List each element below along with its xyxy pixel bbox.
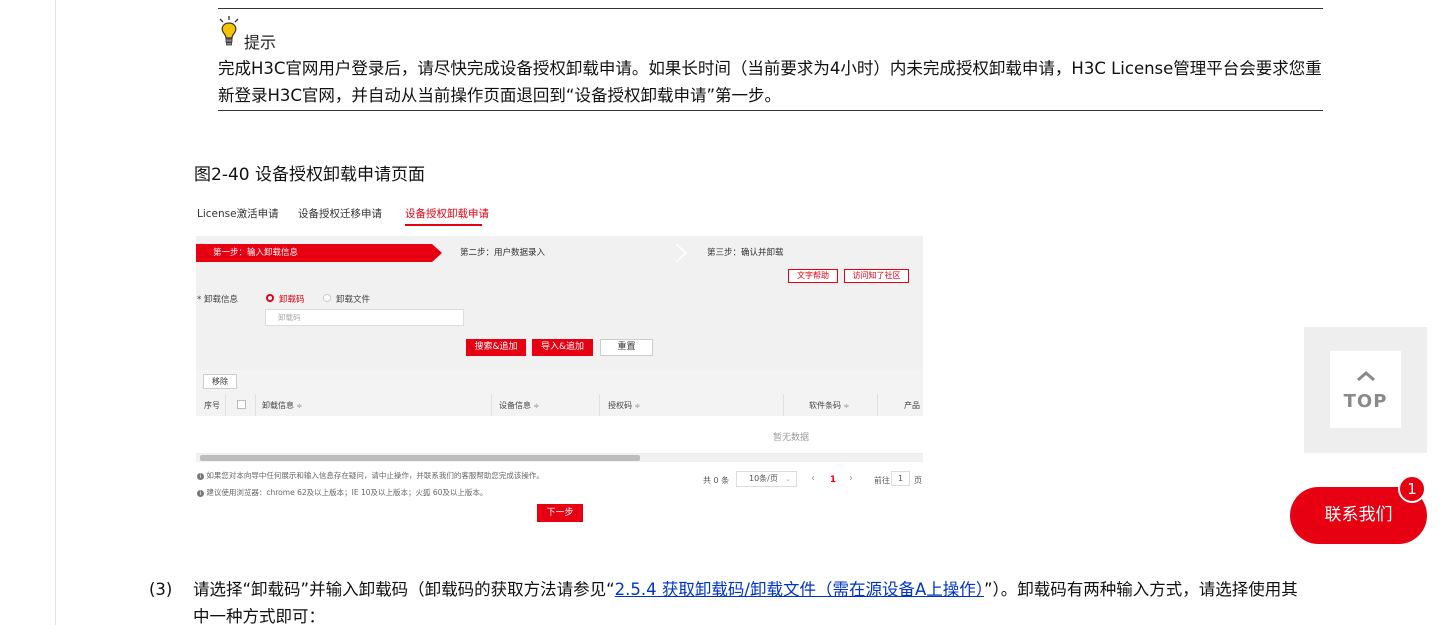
sort-icon[interactable]: ≑ [297,402,303,410]
sort-icon[interactable]: ≑ [635,402,641,410]
current-page[interactable]: 1 [830,475,836,485]
form-label-uninstall-info: * 卸载信息 [197,295,238,305]
column-separator [225,394,226,416]
next-page-button[interactable]: › [849,473,853,484]
figure-caption: 图2-40 设备授权卸载申请页面 [194,165,425,185]
column-separator [783,394,784,416]
step-paragraph: 请选择“卸载码”并输入卸载码（卸载码的获取方法请参见“2.5.4 获取卸载码/卸… [193,576,1313,625]
col-uninstall-info[interactable]: 卸载信息 ≑ [262,400,302,411]
page-size-select[interactable]: 10条/页 ⌄ [736,471,797,487]
step-text-before: 请选择“卸载码”并输入卸载码（卸载码的获取方法请参见“ [193,580,615,599]
tab-auth-migration[interactable]: 设备授权迁移申请 [298,206,382,221]
content-left-border [55,0,56,625]
info-icon: i [197,473,204,480]
notification-badge: 1 [1398,475,1426,503]
top-label: TOP [1343,391,1388,412]
chevron-up-icon [1357,371,1375,382]
back-to-top-button[interactable]: TOP [1330,351,1401,428]
step-2: 第二步：用户数据录入 [460,248,546,258]
tab-auth-uninstall[interactable]: 设备授权卸载申请 [405,206,489,221]
step-3: 第三步：确认并卸载 [707,248,784,258]
uninstall-code-input[interactable]: 卸载码 [265,309,464,326]
col-device-info-label: 设备信息 [499,401,531,410]
radio-label-code: 卸载码 [279,295,305,305]
column-separator [255,394,256,416]
sort-icon[interactable]: ≑ [534,402,540,410]
table-body [196,416,923,454]
remove-button[interactable]: 移除 [203,374,237,389]
figure-screenshot: License激活申请 设备授权迁移申请 设备授权卸载申请 第一步：输入卸载信息… [194,199,928,526]
column-separator [877,394,878,416]
step-divider-icon [675,244,687,262]
sort-icon[interactable]: ≑ [844,402,850,410]
prev-page-button[interactable]: ‹ [811,473,815,484]
page-unit: 页 [914,476,922,485]
column-separator [599,394,600,416]
horizontal-scrollbar[interactable] [196,454,923,462]
import-add-button[interactable]: 导入&追加 [532,339,593,356]
col-index: 序号 [204,401,220,410]
step-number: (3) [149,580,173,599]
active-tab-underline [405,224,482,226]
radio-uninstall-code[interactable] [266,294,274,302]
col-software-barcode-label: 软件条码 [809,401,841,410]
column-separator [491,394,492,416]
note-2-text: 建议使用浏览器：chrome 62及以上版本；IE 10及以上版本；火狐 60及… [206,488,488,497]
page-size-value: 10条/页 [749,474,778,483]
empty-text: 暂无数据 [773,433,810,443]
section-link[interactable]: 2.5.4 获取卸载码/卸载文件（需在源设备A上操作） [615,580,984,599]
next-step-button[interactable]: 下一步 [537,504,583,522]
col-device-info[interactable]: 设备信息 ≑ [499,400,539,411]
col-auth-code-label: 授权码 [608,401,632,410]
chevron-down-icon: ⌄ [785,475,791,483]
step-1: 第一步：输入卸载信息 [196,244,442,262]
goto-label: 前往 [874,476,890,485]
step-bar: 第一步：输入卸载信息 第二步：用户数据录入 第三步：确认并卸载 [196,244,923,262]
scrollbar-thumb[interactable] [200,455,640,461]
radio-uninstall-file[interactable] [323,294,331,302]
tab-license-activation[interactable]: License激活申请 [197,206,279,221]
reset-button[interactable]: 重置 [600,339,653,356]
tip-title: 提示 [244,33,277,52]
text-help-button[interactable]: 文字帮助 [788,269,838,283]
note-2: i 建议使用浏览器：chrome 62及以上版本；IE 10及以上版本；火狐 6… [197,487,657,498]
info-icon: i [197,490,204,497]
goto-page-input[interactable]: 1 [891,471,910,486]
select-all-checkbox[interactable] [237,400,246,409]
col-software-barcode[interactable]: 软件条码 ≑ [809,400,849,411]
col-auth-code[interactable]: 授权码 ≑ [608,400,640,411]
back-to-top-panel: TOP [1304,327,1427,453]
tip-box: 提示 完成H3C官网用户登录后，请尽快完成设备授权卸载申请。如果长时间（当前要求… [218,8,1323,111]
radio-label-file: 卸载文件 [336,295,371,305]
community-button[interactable]: 访问知了社区 [844,269,909,283]
search-add-button[interactable]: 搜索&追加 [466,339,526,356]
note-1: i 如果您对本向导中任何展示和输入信息存在疑问，请中止操作，并联系我们的客服帮助… [197,470,657,481]
total-count: 共 0 条 [703,476,730,485]
col-product: 产品 [904,401,920,410]
tip-text: 完成H3C官网用户登录后，请尽快完成设备授权卸载申请。如果长时间（当前要求为4小… [218,59,1322,105]
note-1-text: 如果您对本向导中任何展示和输入信息存在疑问，请中止操作，并联系我们的客服帮助您完… [206,471,544,480]
lightbulb-icon [219,16,239,46]
col-uninstall-info-label: 卸载信息 [262,401,294,410]
